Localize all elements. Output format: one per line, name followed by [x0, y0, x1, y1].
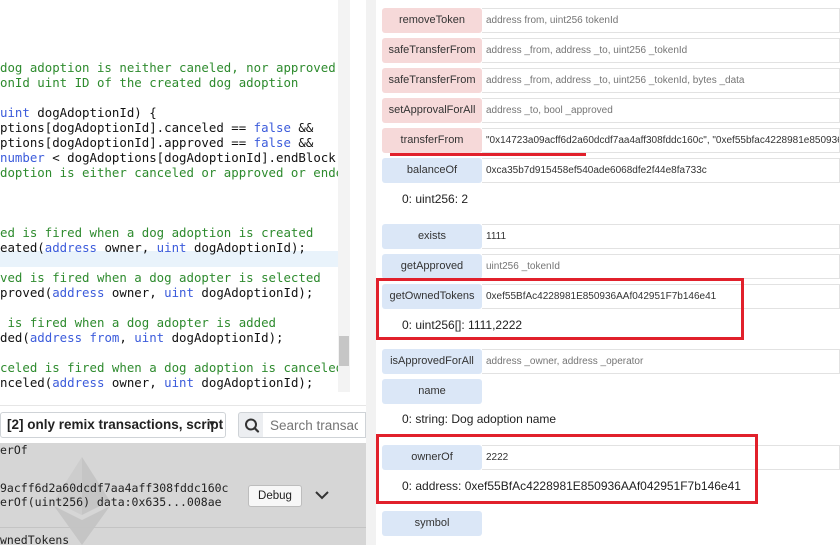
- code-line: uint dogAdoptionId) {: [0, 105, 157, 120]
- search-icon[interactable]: [238, 412, 264, 438]
- code-token: uint: [164, 285, 194, 300]
- symbol-button[interactable]: symbol: [382, 511, 482, 536]
- code-token: owner,: [96, 240, 157, 255]
- code-token: owner,: [104, 375, 165, 390]
- caret-down-icon: ▼: [207, 419, 217, 430]
- code-token: false: [253, 120, 291, 135]
- code-token: dogAdoptionId);: [193, 375, 314, 390]
- isapprovedforall-input[interactable]: [482, 349, 840, 374]
- transaction-filter-label: [2] only remix transactions, script: [7, 417, 224, 432]
- code-token: dogAdoptionId);: [193, 285, 314, 300]
- code-token: eated(: [0, 240, 45, 255]
- code-token: uint: [0, 105, 30, 120]
- transferfrom-button[interactable]: transferFrom: [382, 128, 482, 153]
- code-token: ved is fired when a dog adopter is selec…: [0, 270, 321, 285]
- balanceof-button[interactable]: balanceOf: [382, 158, 482, 183]
- code-token: false: [253, 135, 291, 150]
- code-token: ptions[dogAdoptionId].canceled ==: [0, 120, 254, 135]
- code-line: proved(address owner, uint dogAdoptionId…: [0, 285, 313, 300]
- log-line: erOf(uint256) data:0x635...008ae: [0, 495, 222, 509]
- code-line: ved is fired when a dog adopter is selec…: [0, 270, 321, 285]
- code-token: onId uint ID of the created dog adoption: [0, 75, 299, 90]
- code-token: ptions[dogAdoptionId].approved ==: [0, 135, 254, 150]
- red-box-annotation: [376, 434, 758, 504]
- safetransferfrom-button[interactable]: safeTransferFrom: [382, 38, 482, 63]
- code-token: &&: [290, 135, 314, 150]
- exists-input[interactable]: 1111: [482, 224, 840, 249]
- code-token: < dogAdoptions[dogAdoptionId].endBlock,: [44, 150, 344, 165]
- code-line: ptions[dogAdoptionId].canceled == false …: [0, 120, 313, 135]
- getapproved-input[interactable]: [482, 254, 840, 279]
- code-token: &&: [290, 120, 314, 135]
- transaction-search-input[interactable]: [263, 412, 366, 438]
- log-line: wnedTokens: [0, 533, 70, 545]
- code-token: owner,: [104, 285, 165, 300]
- code-token: address: [52, 375, 105, 390]
- code-token: uint: [156, 240, 187, 255]
- code-line: doption is either canceled or approved o…: [0, 165, 350, 180]
- code-token: dog adoption is neither caneled, nor app…: [0, 60, 350, 75]
- editor-scroll-thumb[interactable]: [339, 336, 349, 366]
- code-line: number < dogAdoptions[dogAdoptionId].end…: [0, 150, 343, 165]
- safetransferfrom-data-input[interactable]: [482, 68, 840, 93]
- setapprovalforall-input[interactable]: [482, 98, 840, 123]
- red-box-annotation: [376, 278, 744, 340]
- chevron-down-icon[interactable]: [312, 485, 332, 505]
- code-token: ,: [119, 330, 135, 345]
- code-token: nceled(: [0, 375, 53, 390]
- transaction-filter-select[interactable]: [2] only remix transactions, script ▼: [0, 412, 226, 438]
- terminal-log: erOf 9acff6d2a60dcdf7aa4aff308fddc160c e…: [0, 443, 366, 545]
- removetoken-input[interactable]: [482, 8, 840, 33]
- safetransferfrom-input[interactable]: [482, 38, 840, 63]
- code-line: celed is fired when a dog adoption is ca…: [0, 360, 343, 375]
- code-token: address: [52, 285, 105, 300]
- getapproved-button[interactable]: getApproved: [382, 254, 482, 279]
- code-token: is fired when a dog adopter is added: [0, 315, 277, 330]
- balanceof-output: 0: uint256: 2: [402, 192, 469, 206]
- name-button[interactable]: name: [382, 379, 482, 404]
- code-token: ed is fired when a dog adoption is creat…: [0, 225, 314, 240]
- name-output: 0: string: Dog adoption name: [402, 412, 557, 426]
- code-token: celed is fired when a dog adoption is ca…: [0, 360, 344, 375]
- exists-button[interactable]: exists: [382, 224, 482, 249]
- balanceof-input[interactable]: 0xca35b7d915458ef540ade6068dfe2f44e8fa73…: [482, 158, 840, 183]
- removetoken-button[interactable]: removeToken: [382, 8, 482, 33]
- code-line: onId uint ID of the created dog adoption: [0, 75, 298, 90]
- log-divider: [0, 527, 366, 528]
- transferfrom-input[interactable]: "0x14723a09acff6d2a60dcdf7aa4aff308fddc1…: [482, 128, 840, 153]
- code-line: is fired when a dog adopter is added: [0, 315, 276, 330]
- setapprovalforall-button[interactable]: setApprovalForAll: [382, 98, 482, 123]
- safetransferfrom-data-button[interactable]: safeTransferFrom: [382, 68, 482, 93]
- code-token: dogAdoptionId) {: [29, 105, 157, 120]
- isapprovedforall-button[interactable]: isApprovedForAll: [382, 349, 482, 374]
- deployed-contract-panel: removeToken safeTransferFrom safeTransfe…: [366, 0, 840, 545]
- log-line: erOf: [0, 443, 28, 457]
- code-token: ded(: [0, 330, 30, 345]
- code-token: doption is either canceled or approved o…: [0, 165, 350, 180]
- contract-functions: removeToken safeTransferFrom safeTransfe…: [376, 0, 840, 545]
- code-token: uint: [164, 375, 194, 390]
- code-token: uint: [134, 330, 165, 345]
- code-editor[interactable]: dog adoption is neither caneled, nor app…: [0, 0, 350, 392]
- terminal-toolbar: [2] only remix transactions, script ▼: [0, 405, 366, 443]
- red-underline-annotation: [390, 153, 586, 156]
- log-line: 9acff6d2a60dcdf7aa4aff308fddc160c: [0, 481, 229, 495]
- code-line: ded(address from, uint dogAdoptionId);: [0, 330, 284, 345]
- code-line: ed is fired when a dog adoption is creat…: [0, 225, 313, 240]
- code-line: nceled(address owner, uint dogAdoptionId…: [0, 375, 313, 390]
- code-line: eated(address owner, uint dogAdoptionId)…: [0, 240, 306, 255]
- debug-button[interactable]: Debug: [248, 485, 302, 507]
- editor-scrollbar[interactable]: [338, 0, 350, 392]
- code-token: address: [44, 240, 97, 255]
- code-token: dogAdoptionId);: [186, 240, 306, 255]
- code-token: address from: [29, 330, 120, 345]
- code-token: proved(: [0, 285, 53, 300]
- code-token: dogAdoptionId);: [164, 330, 284, 345]
- code-token: number: [0, 150, 45, 165]
- code-line: dog adoption is neither caneled, nor app…: [0, 60, 350, 75]
- code-line: ptions[dogAdoptionId].approved == false …: [0, 135, 313, 150]
